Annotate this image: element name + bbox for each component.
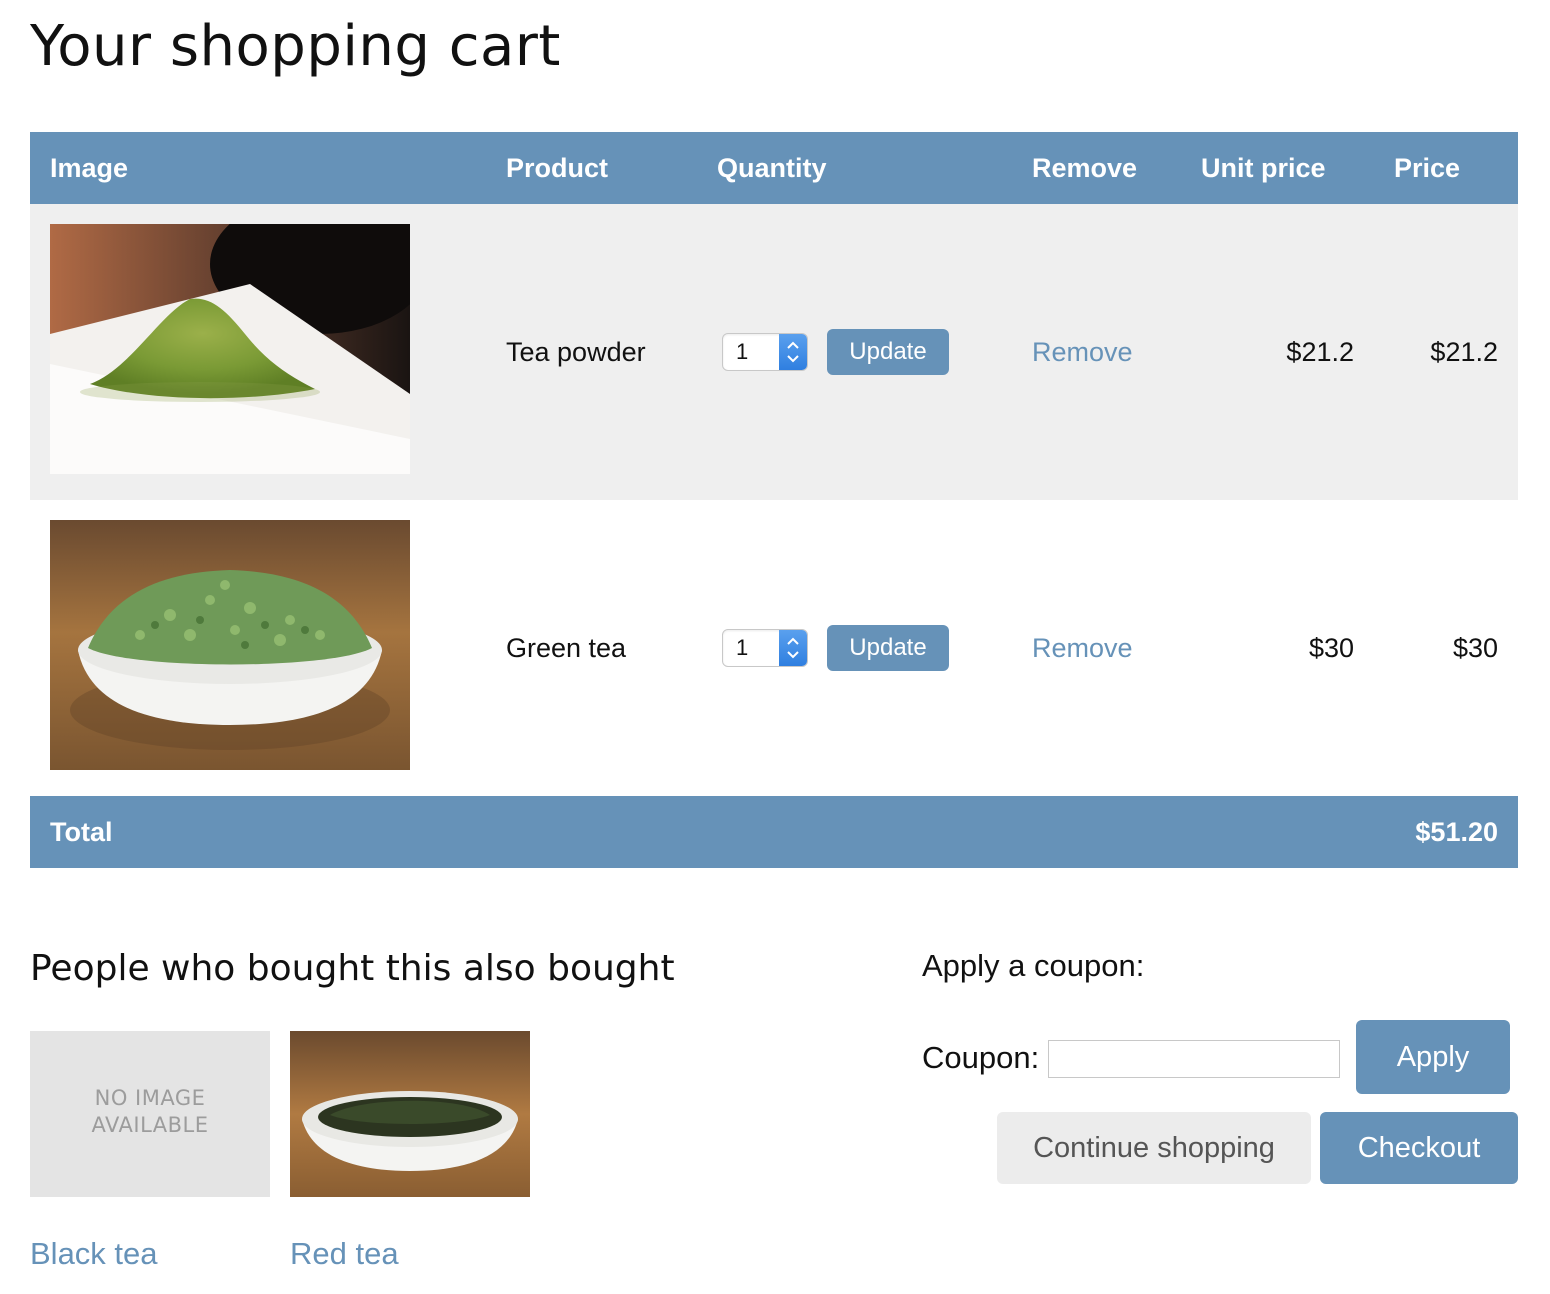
column-header-remove: Remove [1032, 153, 1138, 183]
recommendation-link[interactable]: Black tea [30, 1232, 158, 1276]
column-header-image: Image [50, 153, 129, 183]
quantity-value: 1 [736, 635, 749, 660]
column-header-unit-price: Unit price [1201, 153, 1326, 183]
no-image-placeholder[interactable]: NO IMAGE AVAILABLE [30, 1031, 270, 1197]
apply-coupon-button[interactable]: Apply [1356, 1020, 1510, 1094]
total-label: Total [50, 817, 113, 847]
column-header-product: Product [506, 153, 609, 183]
quantity-value: 1 [736, 339, 749, 364]
red-tea-bowl-photo[interactable] [290, 1031, 530, 1197]
coupon-label: Coupon: [922, 1040, 1040, 1075]
no-image-text: NO IMAGE AVAILABLE [30, 1085, 270, 1139]
remove-link[interactable]: Remove [1032, 628, 1133, 668]
column-header-price: Price [1394, 153, 1461, 183]
update-button[interactable]: Update [827, 625, 949, 671]
no-image-line1: NO IMAGE [94, 1086, 206, 1110]
page-title: Your shopping cart [30, 14, 561, 79]
remove-link[interactable]: Remove [1032, 332, 1133, 372]
cart-table-header: Image Product Quantity Remove Unit price… [30, 132, 1518, 204]
line-price: $30 [1452, 633, 1498, 663]
product-name: Tea powder [506, 337, 646, 367]
column-header-quantity: Quantity [717, 153, 827, 183]
continue-shopping-button[interactable]: Continue shopping [997, 1112, 1311, 1184]
cart-row: Tea powder 1 Update Remove $21.2 $21.2 [30, 204, 1518, 500]
checkout-button[interactable]: Checkout [1320, 1112, 1518, 1184]
quantity-stepper[interactable]: 1 [722, 629, 808, 667]
recommendation-link[interactable]: Red tea [290, 1232, 399, 1276]
coupon-heading: Apply a coupon: [922, 948, 1145, 983]
matcha-powder-photo [50, 224, 410, 474]
unit-price: $30 [1308, 633, 1354, 663]
unit-price: $21.2 [1286, 337, 1354, 367]
no-image-line2: AVAILABLE [91, 1113, 209, 1137]
total-value: $51.20 [1415, 817, 1498, 847]
stepper-arrows-icon[interactable] [779, 630, 807, 666]
cart-row: Green tea 1 Update Remove $30 $30 [30, 500, 1518, 796]
line-price: $21.2 [1430, 337, 1498, 367]
product-name: Green tea [506, 633, 627, 663]
cart-total-row: Total $51.20 [30, 796, 1518, 868]
stepper-arrows-icon[interactable] [779, 334, 807, 370]
recommendations-title: People who bought this also bought [30, 948, 675, 989]
coupon-input[interactable] [1048, 1040, 1340, 1078]
green-tea-bowl-photo [50, 520, 410, 770]
update-button[interactable]: Update [827, 329, 949, 375]
quantity-stepper[interactable]: 1 [722, 333, 808, 371]
